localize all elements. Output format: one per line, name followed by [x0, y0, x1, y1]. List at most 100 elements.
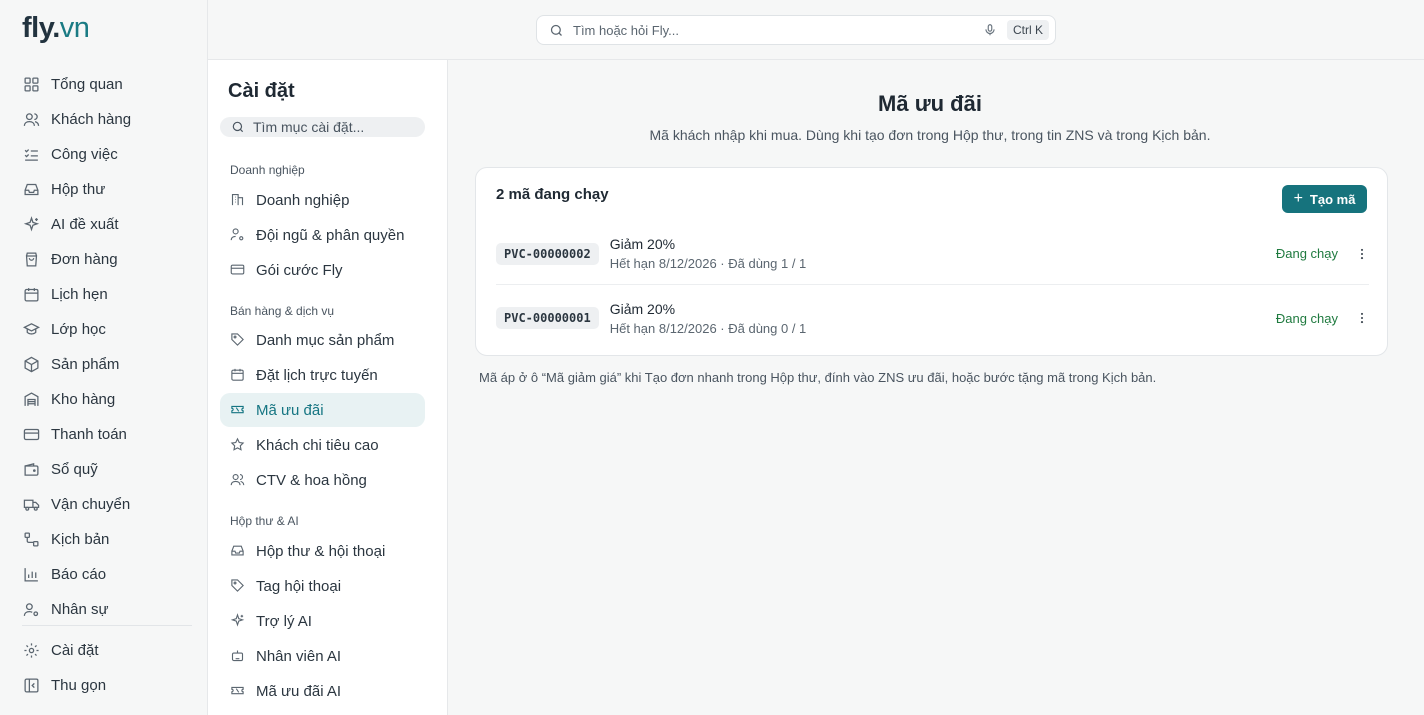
- nav-item-label: Kho hàng: [51, 391, 116, 408]
- nav-item-label: Đơn hàng: [51, 251, 118, 268]
- credit-card-icon: [230, 262, 246, 278]
- settings-item-ma-uu-dai[interactable]: Mã ưu đãi: [220, 393, 425, 427]
- create-code-button[interactable]: + Tạo mã: [1282, 185, 1367, 213]
- bar-chart-icon: [22, 566, 40, 584]
- checklist-icon: [22, 146, 40, 164]
- workflow-icon: [22, 531, 40, 549]
- nav-item-label: Công việc: [51, 146, 118, 163]
- create-code-label: Tạo mã: [1309, 191, 1356, 207]
- nav-item-label: Lớp học: [51, 321, 106, 338]
- code-meta: Hết hạn 8/12/2026 · Đã dùng 1 / 1: [609, 256, 807, 271]
- nav-bottom: Cài đặt Thu gọn: [0, 633, 207, 703]
- settings-search-input[interactable]: Tìm mục cài đặt...: [253, 119, 364, 135]
- nav-list: Tổng quan Khách hàng Công việc Hộp thư A…: [0, 67, 207, 627]
- settings-item-label: Khách chi tiêu cao: [256, 436, 379, 454]
- sparkles-icon: [22, 216, 40, 234]
- code-badge: PVC-00000002: [496, 242, 599, 265]
- nav-item-cai-dat[interactable]: Cài đặt: [0, 633, 207, 668]
- settings-item-ctv[interactable]: CTV & hoa hồng: [220, 463, 425, 497]
- settings-item-danh-muc[interactable]: Danh mục sản phẩm: [220, 323, 425, 357]
- nav-item-label: Sản phẩm: [51, 356, 120, 373]
- nav-item-kich-ban[interactable]: Kịch bản: [0, 522, 207, 557]
- nav-item-label: Báo cáo: [51, 566, 107, 583]
- settings-item-label: CTV & hoa hồng: [256, 471, 367, 489]
- nav-item-label: Hộp thư: [51, 181, 106, 198]
- nav-item-san-pham[interactable]: Sản phẩm: [0, 347, 207, 382]
- nav-item-cong-viec[interactable]: Công việc: [0, 137, 207, 172]
- nav-item-nhan-su[interactable]: Nhân sự: [0, 592, 207, 627]
- tag-icon: [230, 578, 246, 594]
- credit-card-icon: [22, 426, 40, 444]
- settings-item-tro-ly-ai[interactable]: Trợ lý AI: [220, 604, 425, 638]
- nav-item-label: Cài đặt: [51, 642, 99, 659]
- nav-item-lich-hen[interactable]: Lịch hẹn: [0, 277, 207, 312]
- nav-item-thu-gon[interactable]: Thu gọn: [0, 668, 207, 703]
- code-meta: Hết hạn 8/12/2026 · Đã dùng 0 / 1: [609, 320, 807, 336]
- settings-search[interactable]: Tìm mục cài đặt...: [220, 117, 425, 137]
- nav-item-tong-quan[interactable]: Tổng quan: [0, 67, 207, 102]
- nav-item-kho-hang[interactable]: Kho hàng: [0, 382, 207, 417]
- codes-count-title: 2 mã đang chạy: [496, 186, 609, 203]
- nav-item-label: Thu gọn: [51, 677, 107, 694]
- settings-item-nhan-vien-ai[interactable]: Nhân viên AI: [220, 639, 425, 673]
- nav-divider: [22, 625, 192, 626]
- nav-item-van-chuyen[interactable]: Vận chuyển: [0, 487, 207, 522]
- group-label-ban-hang: Bán hàng & dịch vụ: [230, 304, 335, 318]
- settings-item-label: Tag hội thoại: [256, 577, 342, 595]
- shortcut-badge: Ctrl K: [1007, 20, 1049, 40]
- nav-item-label: Khách hàng: [51, 111, 132, 128]
- brand-logo[interactable]: fly.vn: [22, 12, 90, 45]
- settings-item-label: Đội ngũ & phân quyền: [256, 226, 405, 244]
- inbox-icon: [22, 181, 40, 199]
- brand-name: fly: [22, 12, 53, 44]
- nav-item-don-hang[interactable]: Đơn hàng: [0, 242, 207, 277]
- search-input[interactable]: Tìm hoặc hỏi Fly...: [573, 23, 983, 38]
- users-icon: [230, 472, 246, 488]
- nav-item-khach-hang[interactable]: Khách hàng: [0, 102, 207, 137]
- settings-item-label: Đặt lịch trực tuyến: [256, 366, 378, 384]
- code-row[interactable]: PVC-00000001 Giảm 20% Hết hạn 8/12/2026 …: [496, 287, 1369, 349]
- box-icon: [22, 356, 40, 374]
- nav-item-bao-cao[interactable]: Báo cáo: [0, 557, 207, 592]
- gear-icon: [22, 642, 40, 660]
- settings-item-khach-chi-tieu[interactable]: Khách chi tiêu cao: [220, 428, 425, 462]
- settings-item-label: Nhân viên AI: [256, 647, 342, 665]
- more-vertical-icon[interactable]: [1355, 309, 1369, 327]
- grid-icon: [22, 76, 40, 94]
- user-key-icon: [230, 227, 246, 243]
- nav-item-lop-hoc[interactable]: Lớp học: [0, 312, 207, 347]
- group-label-hop-thu-ai: Hộp thư & AI: [230, 514, 299, 528]
- nav-item-label: Kịch bản: [51, 531, 110, 548]
- sparkles-icon: [230, 613, 246, 629]
- nav-item-so-quy[interactable]: Sổ quỹ: [0, 452, 207, 487]
- shopping-bag-icon: [22, 251, 40, 269]
- code-info: Giảm 20% Hết hạn 8/12/2026 · Đã dùng 1 /…: [610, 236, 1276, 271]
- more-vertical-icon[interactable]: [1355, 245, 1369, 263]
- settings-item-doi-ngu[interactable]: Đội ngũ & phân quyền: [220, 218, 425, 252]
- code-row[interactable]: PVC-00000002 Giảm 20% Hết hạn 8/12/2026 …: [496, 223, 1369, 285]
- settings-item-ma-uu-dai-ai[interactable]: Mã ưu đãi AI: [220, 674, 425, 708]
- wallet-icon: [22, 461, 40, 479]
- global-search[interactable]: Tìm hoặc hỏi Fly... Ctrl K: [536, 15, 1056, 45]
- settings-item-label: Hộp thư & hội thoại: [256, 542, 386, 560]
- settings-item-label: Doanh nghiệp: [256, 191, 350, 209]
- code-title: Giảm 20%: [609, 300, 676, 317]
- nav-item-hop-thu[interactable]: Hộp thư: [0, 172, 207, 207]
- code-title: Giảm 20%: [609, 236, 676, 252]
- nav-item-ai-de-xuat[interactable]: AI đề xuất: [0, 207, 207, 242]
- nav-item-label: Nhân sự: [51, 601, 109, 618]
- settings-item-doanh-nghiep[interactable]: Doanh nghiệp: [220, 183, 425, 217]
- settings-item-goi-cuoc[interactable]: Gói cước Fly: [220, 253, 425, 287]
- star-icon: [230, 437, 246, 453]
- code-badge: PVC-00000001: [496, 307, 599, 329]
- settings-item-tag-hoi-thoai[interactable]: Tag hội thoại: [220, 569, 425, 603]
- settings-item-hop-thu[interactable]: Hộp thư & hội thoại: [220, 534, 425, 568]
- truck-icon: [22, 496, 40, 514]
- settings-item-dat-lich[interactable]: Đặt lịch trực tuyến: [220, 358, 425, 392]
- usage-footnote: Mã áp ở ô “Mã giảm giá” khi Tạo đơn nhan…: [479, 370, 1157, 385]
- status-badge: Đang chạy: [1275, 246, 1338, 261]
- microphone-icon[interactable]: [983, 23, 997, 37]
- nav-item-thanh-toan[interactable]: Thanh toán: [0, 417, 207, 452]
- collapse-icon: [22, 677, 40, 695]
- settings-item-label: Gói cước Fly: [256, 261, 343, 279]
